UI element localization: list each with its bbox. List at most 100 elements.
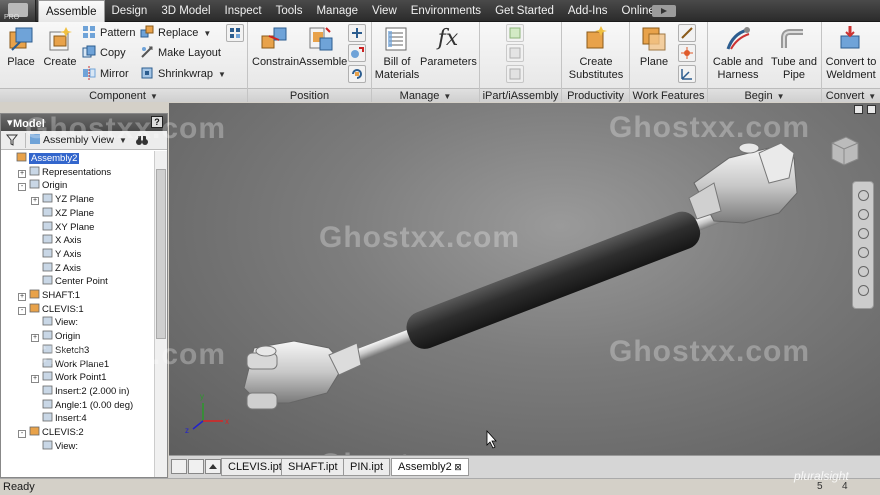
doc-tab-label: SHAFT.ipt xyxy=(288,461,338,473)
zoom-icon[interactable] xyxy=(857,228,869,239)
shrinkwrap-dropdown-icon[interactable]: ▼ xyxy=(218,70,226,79)
tree-node[interactable]: + Representations xyxy=(18,166,111,180)
pan-icon[interactable] xyxy=(857,209,869,220)
tree-node[interactable]: - CLEVIS:1 xyxy=(18,303,84,317)
move-icon[interactable] xyxy=(348,24,366,42)
tree-node[interactable]: + YZ Plane xyxy=(31,193,94,207)
application-button[interactable]: PRO xyxy=(0,0,36,22)
tab-menu-icon[interactable] xyxy=(205,459,221,474)
pattern-button[interactable]: Pattern xyxy=(82,24,135,42)
doc-tab-assembly2[interactable]: Assembly2 ⊠ xyxy=(391,458,469,476)
doc-tab-clevis-ipt[interactable]: CLEVIS.ipt xyxy=(221,458,289,476)
collapse-icon[interactable]: - xyxy=(18,183,26,192)
panel-title-convert[interactable]: Convert ▼ xyxy=(822,88,880,102)
expand-icon[interactable]: + xyxy=(31,197,39,206)
panel-title-component[interactable]: Component ▼ xyxy=(0,88,247,102)
tree-node[interactable]: + Work Point1 xyxy=(31,371,107,385)
rotate-icon[interactable] xyxy=(348,65,366,83)
steering-wheel-icon[interactable] xyxy=(857,190,869,201)
panel-title-ipart[interactable]: iPart/iAssembly xyxy=(480,88,561,102)
tree-node[interactable]: Z Axis xyxy=(31,262,81,276)
menu-tab-design[interactable]: Design xyxy=(105,0,155,22)
collapse-icon[interactable]: - xyxy=(18,306,26,315)
expand-icon[interactable]: + xyxy=(31,375,39,384)
menu-tab-3d-model[interactable]: 3D Model xyxy=(154,0,217,22)
grip-snap-icon[interactable] xyxy=(348,44,366,62)
plane-button[interactable]: Plane xyxy=(634,24,674,69)
tree-node[interactable]: Angle:1 (0.00 deg) xyxy=(31,399,133,413)
tree-node[interactable]: + SHAFT:1 xyxy=(18,289,80,303)
replace-dropdown-icon[interactable]: ▼ xyxy=(203,29,211,38)
cable-harness-button[interactable]: Cable and Harness xyxy=(710,24,766,82)
assemble-button[interactable]: Assemble xyxy=(299,24,347,69)
menu-tab-view[interactable]: View xyxy=(365,0,404,22)
orbit-icon[interactable] xyxy=(857,247,869,258)
tree-node[interactable]: XY Plane xyxy=(31,221,94,235)
browser-scrollbar[interactable] xyxy=(154,151,167,477)
shrinkwrap-button[interactable]: Shrinkwrap ▼ xyxy=(140,65,226,83)
tree-node[interactable]: View: xyxy=(31,440,78,454)
ipart-edit-icon[interactable] xyxy=(506,44,524,62)
menu-tab-tools[interactable]: Tools xyxy=(269,0,310,22)
browser-title[interactable]: Model ▾ xyxy=(7,116,45,130)
menu-tab-add-ins[interactable]: Add-Ins xyxy=(561,0,615,22)
tree-node[interactable]: XZ Plane xyxy=(31,207,94,221)
tree-node[interactable]: - CLEVIS:2 xyxy=(18,426,84,440)
mirror-button[interactable]: Mirror xyxy=(82,65,129,83)
navigation-bar[interactable] xyxy=(852,181,874,309)
menu-tab-environments[interactable]: Environments xyxy=(404,0,488,22)
replace-button[interactable]: Replace ▼ xyxy=(140,24,211,42)
tile-windows-icon[interactable] xyxy=(171,459,187,474)
panel-title-position[interactable]: Position xyxy=(248,88,371,102)
copy-button[interactable]: Copy xyxy=(82,44,126,62)
menu-tab-manage[interactable]: Manage xyxy=(309,0,365,22)
ipart-create-icon[interactable] xyxy=(506,24,524,42)
ucs-icon[interactable] xyxy=(678,65,696,83)
menu-tab-get-started[interactable]: Get Started xyxy=(488,0,561,22)
tree-node[interactable]: Insert:2 (2.000 in) xyxy=(31,385,129,399)
panel-title-productivity[interactable]: Productivity xyxy=(562,88,629,102)
filter-icon[interactable] xyxy=(5,134,19,146)
doc-tab-pin-ipt[interactable]: PIN.ipt xyxy=(343,458,391,476)
axis-icon[interactable] xyxy=(678,24,696,42)
doc-tab-shaft-ipt[interactable]: SHAFT.ipt xyxy=(281,458,345,476)
cascade-windows-icon[interactable] xyxy=(188,459,204,474)
place-icon xyxy=(6,24,36,54)
tree-node[interactable]: View: xyxy=(31,316,78,330)
bill-of-materials-button[interactable]: Bill of Materials xyxy=(374,24,420,82)
tree-node-label: Z Axis xyxy=(55,262,81,274)
tree-node[interactable]: Assembly2 xyxy=(5,152,80,166)
graphics-viewport[interactable]: y x z Ghostxx.com Ghostxx.com Ghostxx.co… xyxy=(169,103,880,455)
viewcube-icon[interactable] xyxy=(824,133,862,169)
close-tab-icon[interactable]: ⊠ xyxy=(452,462,462,472)
grid-tool-icon[interactable] xyxy=(226,24,244,42)
panel-title-work-features[interactable]: Work Features xyxy=(630,88,707,102)
ipart-table-icon[interactable] xyxy=(506,65,524,83)
constrain-button[interactable]: Constrain xyxy=(252,24,299,69)
tree-node[interactable]: - Origin xyxy=(18,179,67,193)
create-substitutes-button[interactable]: Create Substitutes xyxy=(564,24,628,82)
convert-weldment-button[interactable]: Convert to Weldment xyxy=(824,24,878,82)
tree-node[interactable]: Insert:4 xyxy=(31,412,87,426)
look-at-icon[interactable] xyxy=(857,266,869,277)
expand-icon[interactable]: + xyxy=(18,293,26,301)
panel-title-begin[interactable]: Begin ▼ xyxy=(708,88,821,102)
menu-tab-assemble[interactable]: Assemble xyxy=(38,0,105,23)
tree-node[interactable]: X Axis xyxy=(31,234,81,248)
place-button[interactable]: Place xyxy=(4,24,38,69)
menu-tab-inspect[interactable]: Inspect xyxy=(218,0,269,22)
expand-icon[interactable]: + xyxy=(18,169,26,178)
tube-pipe-button[interactable]: Tube and Pipe xyxy=(768,24,820,82)
work-point-icon[interactable] xyxy=(678,44,696,62)
make-layout-label: Make Layout xyxy=(158,47,221,59)
parameters-button[interactable]: fx Parameters xyxy=(420,24,477,69)
tree-node[interactable]: Center Point xyxy=(31,275,108,289)
create-button[interactable]: Create xyxy=(42,24,78,69)
view-face-icon[interactable] xyxy=(857,285,869,296)
video-icon[interactable] xyxy=(652,5,676,17)
panel-title-manage[interactable]: Manage ▼ xyxy=(372,88,479,102)
collapse-icon[interactable]: - xyxy=(18,430,26,438)
scroll-thumb[interactable] xyxy=(156,169,166,339)
tree-node[interactable]: Y Axis xyxy=(31,248,81,262)
make-layout-button[interactable]: Make Layout xyxy=(140,44,221,62)
